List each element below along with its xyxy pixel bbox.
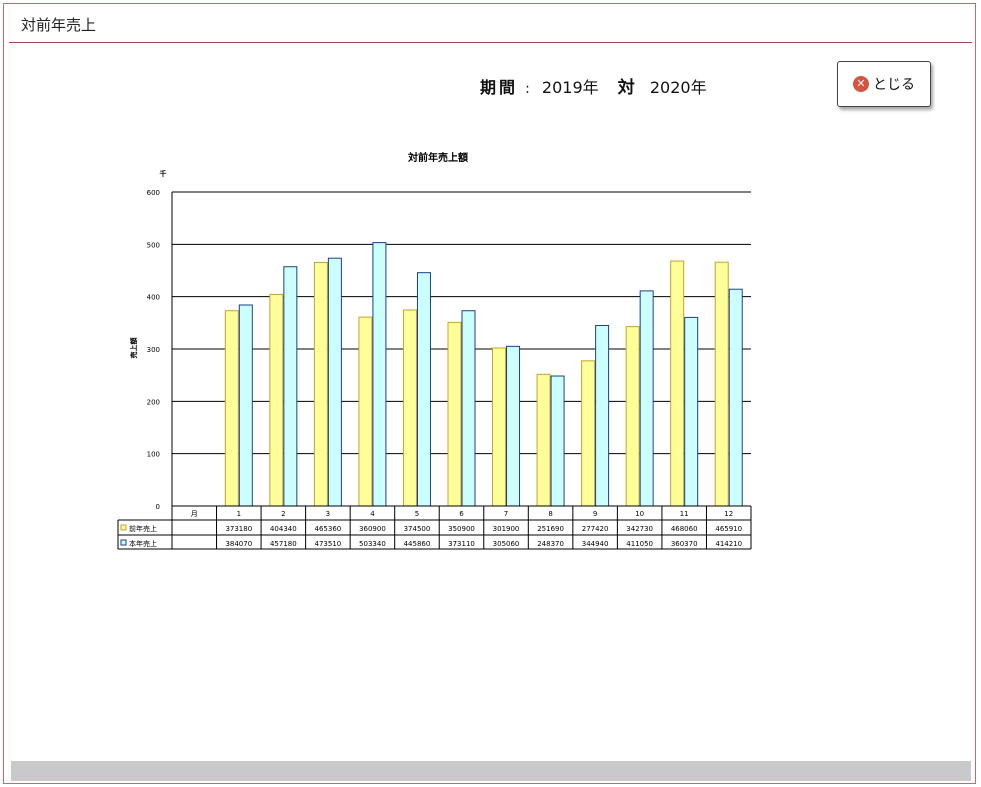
legend-label: 本年売上	[129, 539, 157, 548]
y-tick-label: 400	[147, 294, 160, 302]
data-label: 305060	[493, 540, 520, 548]
data-label: 301900	[493, 525, 520, 533]
bar-prev-year	[581, 360, 596, 507]
bar-curr-year	[595, 324, 610, 507]
unit-label: 千	[160, 169, 167, 178]
bar-curr-year	[550, 375, 565, 507]
chart-title: 対前年売上額	[407, 151, 468, 164]
bar-curr-year	[238, 304, 253, 507]
data-label: 251690	[537, 525, 564, 533]
data-label: 360370	[671, 540, 698, 548]
y-tick-label: 0	[156, 503, 160, 511]
data-label: 350900	[448, 525, 475, 533]
data-label: 248370	[537, 540, 564, 548]
data-label: 468060	[671, 525, 698, 533]
bar-curr-year	[416, 272, 431, 507]
data-label: 404340	[270, 525, 297, 533]
bar-curr-year	[372, 242, 387, 507]
legend-label: 前年売上	[129, 524, 157, 533]
bar-curr-year	[506, 345, 521, 507]
data-label: 411050	[626, 540, 653, 548]
x-tick-label: 5	[415, 510, 419, 518]
bar-prev-year	[313, 261, 328, 507]
y-tick-label: 100	[147, 451, 160, 459]
x-tick-label: 8	[548, 510, 552, 518]
data-label: 384070	[225, 540, 252, 548]
bar-prev-year	[714, 261, 729, 507]
y-tick-label: 600	[147, 189, 160, 197]
bar-prev-year	[625, 326, 640, 507]
y-axis-title: 売上額	[129, 338, 138, 359]
bar-curr-year	[639, 290, 654, 507]
bar-prev-year	[358, 316, 373, 507]
data-label: 277420	[582, 525, 609, 533]
bar-prev-year	[447, 321, 462, 507]
bar-curr-year	[461, 310, 476, 507]
data-label: 414210	[715, 540, 742, 548]
data-label: 465360	[315, 525, 342, 533]
x-tick-label: 11	[680, 510, 689, 518]
sales-chart: 対前年売上額 千 売上額 0 100 200 300 400 500 600 月 1 37318…	[117, 151, 752, 550]
x-tick-label: 10	[635, 510, 644, 518]
data-label: 465910	[715, 525, 742, 533]
bar-curr-year	[728, 288, 743, 507]
x-tick-label: 6	[459, 510, 464, 518]
bar-prev-year	[269, 293, 284, 507]
x-tick-label: 9	[593, 510, 597, 518]
legend-swatch	[120, 539, 127, 546]
data-label: 342730	[626, 525, 653, 533]
y-tick-label: 200	[147, 398, 160, 406]
x-tick-label: 3	[326, 510, 330, 518]
bar-prev-year	[492, 347, 507, 507]
bar-prev-year	[224, 310, 239, 507]
data-label: 344940	[582, 540, 609, 548]
data-label: 374500	[404, 525, 431, 533]
data-label: 503340	[359, 540, 386, 548]
status-bar	[11, 761, 971, 781]
bar-prev-year	[670, 260, 685, 507]
x-tick-label: 12	[724, 510, 733, 518]
bar-prev-year	[402, 309, 417, 507]
data-label: 373180	[225, 525, 252, 533]
data-label: 473510	[315, 540, 342, 548]
x-tick-label: 7	[504, 510, 508, 518]
x-tick-label: 1	[237, 510, 241, 518]
data-label: 360900	[359, 525, 386, 533]
bar-prev-year	[536, 373, 551, 507]
data-label: 373110	[448, 540, 475, 548]
y-tick-label: 300	[147, 346, 160, 354]
y-tick-label: 500	[147, 241, 160, 249]
data-label: 457180	[270, 540, 297, 548]
bar-curr-year	[684, 316, 699, 507]
x-tick-label: 4	[370, 510, 375, 518]
bar-curr-year	[327, 257, 342, 507]
bar-curr-year	[283, 266, 298, 507]
data-label: 445860	[404, 540, 431, 548]
x-tick-label: 2	[281, 510, 285, 518]
x-axis-title: 月	[191, 510, 198, 518]
legend-swatch	[120, 524, 127, 531]
